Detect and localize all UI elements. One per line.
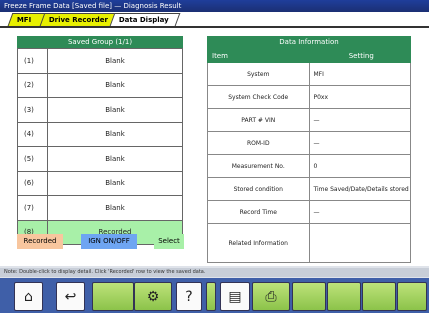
table-row[interactable]: (5) Blank (17, 146, 183, 172)
item-value: — (308, 131, 411, 155)
row-value: Blank (47, 195, 183, 221)
bottom-toolbar: ⌂ ↩ ⚙ ? ▤ ⎙ (0, 278, 429, 313)
row-index: (4) (17, 121, 48, 147)
table-row[interactable]: (3) Blank (17, 97, 183, 123)
item-value (308, 223, 411, 263)
row-value: Blank (47, 146, 183, 172)
item-value: P0xx (308, 85, 411, 109)
data-information-panel: Data Information Item Setting System MFI S… (207, 36, 411, 263)
tab-bar: MFI Drive Recorder Data Display (0, 12, 429, 28)
item-value: 0 (308, 154, 411, 178)
table-row[interactable]: (2) Blank (17, 72, 183, 98)
back-icon: ↩ (64, 288, 77, 305)
row-value: Blank (47, 170, 183, 196)
row-index: (6) (17, 170, 48, 196)
toolbar-divider-button (206, 282, 216, 311)
table-row: Related Information (207, 223, 411, 263)
legend-recorded: Recorded (17, 234, 63, 249)
home-button[interactable]: ⌂ (14, 282, 43, 311)
item-label: Related Information (207, 223, 310, 263)
row-value: Blank (47, 72, 183, 98)
table-row[interactable]: (1) Blank (17, 48, 183, 74)
table-row: Stored condition Time Saved/Date/Details … (207, 177, 411, 201)
settings-icon: ⚙ (146, 288, 160, 305)
toolbar-blank-button-3[interactable] (327, 282, 361, 311)
row-index: (7) (17, 195, 48, 221)
table-row[interactable]: (4) Blank (17, 121, 183, 147)
data-information-table: Item Setting System MFI System Check Code P… (207, 48, 411, 263)
item-label: PART # VIN (207, 108, 310, 132)
table-row[interactable]: (7) Blank (17, 195, 183, 221)
row-value: Blank (47, 48, 183, 74)
graph-icon: ▤ (228, 288, 242, 305)
data-information-title: Data Information (207, 36, 411, 48)
item-label: Measurement No. (207, 154, 310, 178)
item-value: — (308, 200, 411, 224)
table-row: System MFI (207, 62, 411, 86)
table-row[interactable]: (6) Blank (17, 170, 183, 196)
item-label: ROM-ID (207, 131, 310, 155)
graph-button[interactable]: ▤ (220, 282, 250, 311)
row-value: Blank (47, 121, 183, 147)
legend: Recorded IGN ON/OFF Select (17, 232, 184, 252)
column-header-setting: Setting (308, 48, 411, 63)
toolbar-blank-button-5[interactable] (397, 282, 427, 311)
window-title: Freeze Frame Data [Saved file] — Diagnos… (0, 0, 429, 12)
help-button[interactable]: ? (176, 282, 202, 311)
home-icon: ⌂ (24, 288, 33, 305)
table-row: Record Time — (207, 200, 411, 224)
help-icon: ? (185, 288, 193, 305)
item-label: System (207, 62, 310, 86)
legend-ign-on-off: IGN ON/OFF (81, 234, 137, 249)
item-value: Time Saved/Date/Details stored (308, 177, 411, 201)
row-index: (2) (17, 72, 48, 98)
status-bar: Note: Double-click to display detail. Cl… (0, 268, 429, 277)
table-row: ROM-ID — (207, 131, 411, 155)
item-value: MFI (308, 62, 411, 86)
freeze-frame-panel: Saved Group (1/1) (1) Blank (2) Blank (3) B… (17, 36, 183, 245)
tab-data-display[interactable]: Data Display (109, 13, 181, 26)
print-button[interactable]: ⎙ (252, 282, 290, 311)
toolbar-blank-button-1[interactable] (92, 282, 134, 311)
item-label: Stored condition (207, 177, 310, 201)
table-row: System Check Code P0xx (207, 85, 411, 109)
row-index: (5) (17, 146, 48, 172)
column-header-item: Item (207, 48, 310, 63)
item-label: System Check Code (207, 85, 310, 109)
table-row: Measurement No. 0 (207, 154, 411, 178)
legend-select: Select (154, 234, 184, 249)
print-icon: ⎙ (265, 288, 277, 305)
row-index: (1) (17, 48, 48, 74)
row-index: (3) (17, 97, 48, 123)
table-row: PART # VIN — (207, 108, 411, 132)
back-button[interactable]: ↩ (56, 282, 85, 311)
item-value: — (308, 108, 411, 132)
main-area: Saved Group (1/1) (1) Blank (2) Blank (3) B… (0, 28, 429, 266)
toolbar-blank-button-2[interactable] (292, 282, 326, 311)
item-label: Record Time (207, 200, 310, 224)
toolbar-blank-button-4[interactable] (362, 282, 396, 311)
row-value: Blank (47, 97, 183, 123)
freeze-frame-table: (1) Blank (2) Blank (3) Blank (4) Blank (5) B… (17, 48, 183, 245)
settings-button[interactable]: ⚙ (134, 282, 172, 311)
freeze-frame-title: Saved Group (1/1) (17, 36, 183, 48)
